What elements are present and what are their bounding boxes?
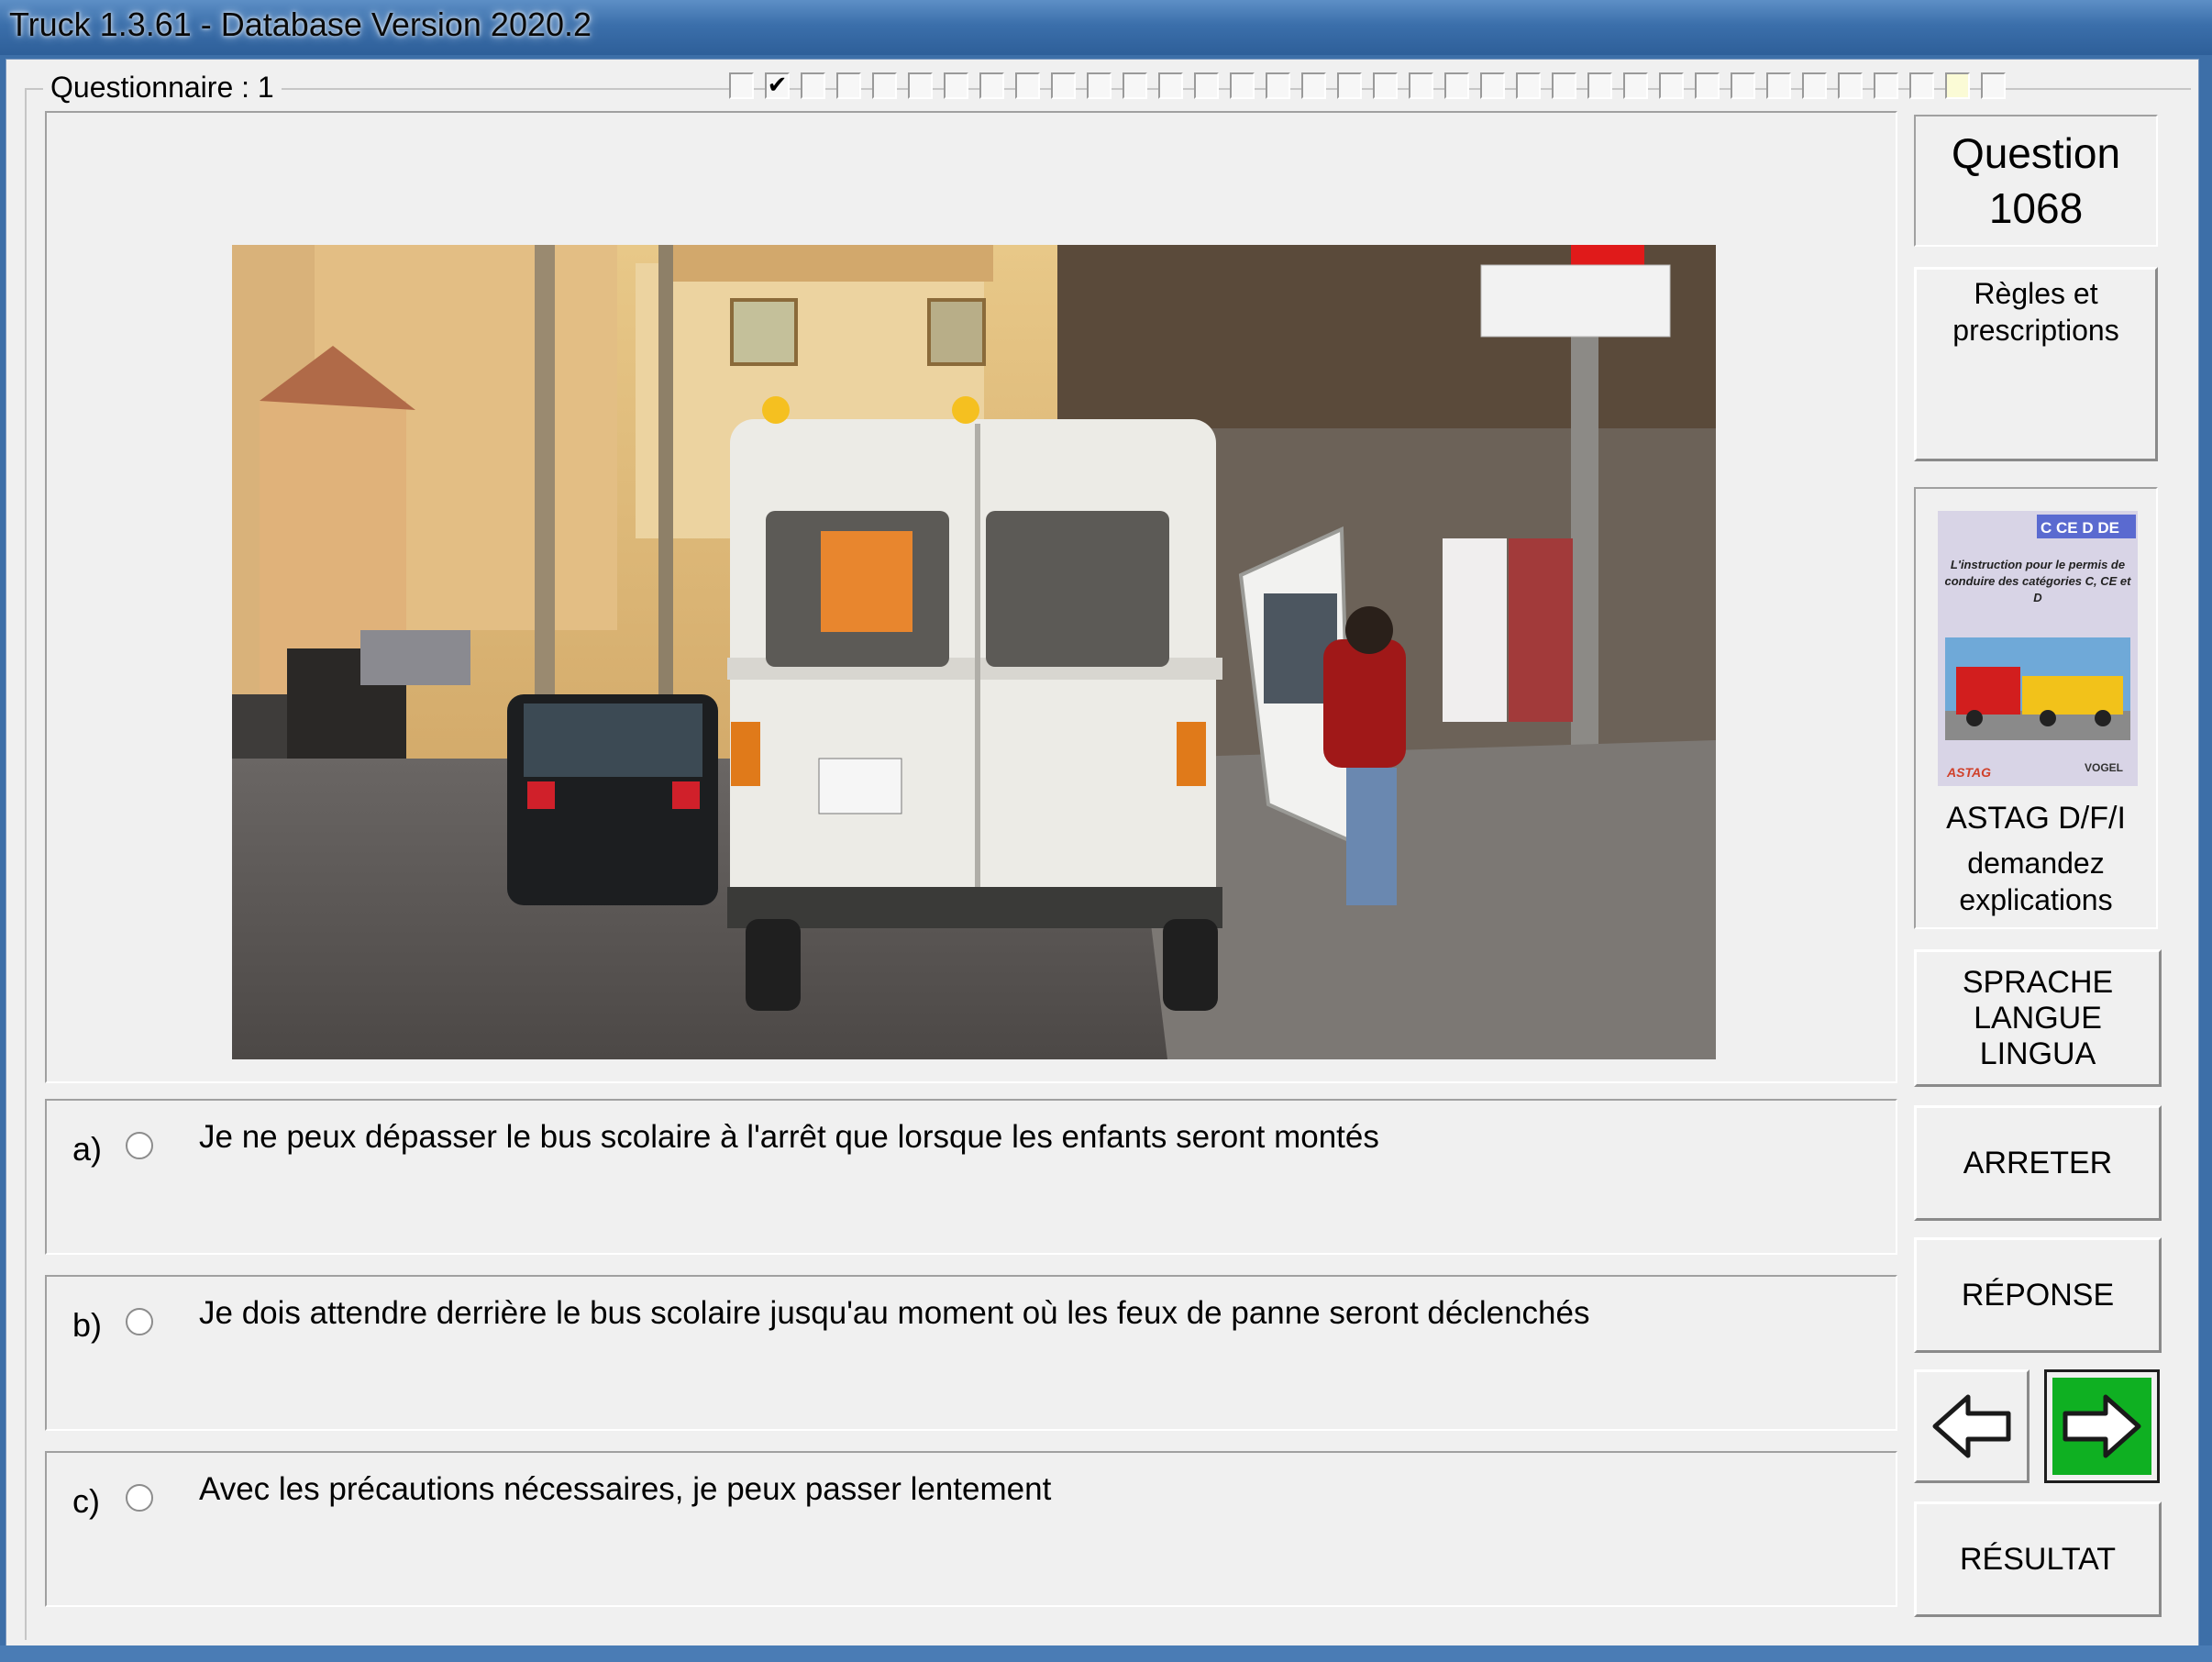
book-badge: C CE D DE [2041, 519, 2119, 537]
progress-cell[interactable] [1981, 72, 2006, 99]
progress-cell[interactable] [1087, 72, 1112, 99]
progress-cell[interactable] [1802, 72, 1827, 99]
question-photo: bus [232, 245, 1716, 1059]
answer-button[interactable]: RÉPONSE [1914, 1237, 2162, 1353]
progress-cell[interactable] [1301, 72, 1326, 99]
progress-cell[interactable] [1015, 72, 1040, 99]
answer-radio-b[interactable] [126, 1308, 153, 1335]
answer-letter: a) [72, 1130, 103, 1168]
progress-cell[interactable] [729, 72, 754, 99]
progress-cell[interactable] [1337, 72, 1362, 99]
question-word: Question [1951, 129, 2121, 177]
progress-cell[interactable] [1373, 72, 1398, 99]
arrow-left-icon [1932, 1394, 2011, 1458]
next-question-button[interactable] [2044, 1369, 2160, 1483]
answer-option-b[interactable]: b) Je dois attendre derrière le bus scol… [45, 1275, 1897, 1431]
progress-cell[interactable] [801, 72, 825, 99]
title-bar[interactable]: Truck 1.3.61 - Database Version 2020.2 [0, 0, 2212, 55]
progress-cell[interactable] [1945, 72, 1970, 99]
progress-cell[interactable] [1587, 72, 1612, 99]
stop-button[interactable]: ARRETER [1914, 1105, 2162, 1221]
question-image-panel: bus [45, 111, 1897, 1083]
answer-letter: b) [72, 1306, 103, 1344]
progress-cell[interactable] [1695, 72, 1720, 99]
book-publisher-left: ASTAG [1946, 765, 1991, 780]
answer-letter: c) [72, 1482, 100, 1520]
progress-cell[interactable] [1766, 72, 1791, 99]
progress-cell[interactable] [944, 72, 968, 99]
progress-cell[interactable] [1659, 72, 1684, 99]
progress-cell[interactable] [1480, 72, 1505, 99]
language-line2: LANGUE [1974, 1000, 2102, 1036]
progress-cell[interactable] [1874, 72, 1898, 99]
progress-cell[interactable] [1409, 72, 1433, 99]
answer-option-c[interactable]: c) Avec les précautions nécessaires, je … [45, 1451, 1897, 1607]
answer-option-a[interactable]: a) Je ne peux dépasser le bus scolaire à… [45, 1099, 1897, 1255]
progress-cell[interactable] [1909, 72, 1934, 99]
progress-cell[interactable] [908, 72, 933, 99]
language-line1: SPRACHE [1962, 964, 2114, 1000]
answer-text: Je dois attendre derrière le bus scolair… [199, 1295, 1590, 1331]
question-progress-strip: ✔ [729, 72, 2017, 99]
app-client-area: Questionnaire : 1 ✔ a) Je ne peux dépass… [6, 59, 2199, 1647]
progress-cell[interactable] [1838, 72, 1863, 99]
language-button[interactable]: SPRACHE LANGUE LINGUA [1914, 949, 2162, 1087]
progress-cell[interactable] [1194, 72, 1219, 99]
progress-cell[interactable] [1051, 72, 1076, 99]
progress-cell[interactable] [1731, 72, 1755, 99]
astag-line2: explications [1959, 883, 2113, 916]
progress-cell[interactable] [836, 72, 861, 99]
book-publisher-right: VOGEL [2085, 761, 2123, 774]
astag-info-box[interactable]: C CE D DE L'instruction pour le permis d… [1914, 487, 2158, 929]
previous-question-button[interactable] [1914, 1369, 2030, 1483]
rules-label-line1: Règles et [1974, 277, 2098, 310]
question-number-box: Question 1068 [1914, 115, 2158, 247]
answer-text: Avec les précautions nécessaires, je peu… [199, 1471, 1052, 1507]
progress-cell[interactable] [979, 72, 1004, 99]
question-number: 1068 [1988, 184, 2084, 232]
question-heading: Question 1068 [1916, 126, 2156, 236]
progress-cell[interactable] [1158, 72, 1183, 99]
progress-cell[interactable] [1230, 72, 1255, 99]
window-bottom-edge [0, 1645, 2212, 1662]
arrow-right-icon [2063, 1394, 2141, 1458]
window-title: Truck 1.3.61 - Database Version 2020.2 [9, 6, 592, 43]
progress-cell[interactable] [1444, 72, 1469, 99]
progress-cell[interactable] [1123, 72, 1147, 99]
language-label: SPRACHE LANGUE LINGUA [1963, 965, 2113, 1072]
progress-cell[interactable] [872, 72, 897, 99]
language-line3: LINGUA [1979, 1036, 2096, 1071]
rules-button[interactable]: Règles et prescriptions [1914, 267, 2158, 461]
rules-label-line2: prescriptions [1952, 314, 2119, 347]
astag-subtitle: demandez explications [1916, 845, 2156, 918]
progress-cell[interactable] [1623, 72, 1648, 99]
book-title: L'instruction pour le permis de conduire… [1944, 558, 2131, 604]
answer-radio-c[interactable] [126, 1484, 153, 1512]
astag-book-cover[interactable]: C CE D DE L'instruction pour le permis d… [1938, 511, 2138, 786]
progress-cell[interactable]: ✔ [765, 72, 790, 99]
progress-cell[interactable] [1266, 72, 1290, 99]
answer-radio-a[interactable] [126, 1132, 153, 1159]
progress-cell[interactable] [1516, 72, 1541, 99]
astag-line1: demandez [1967, 847, 2105, 880]
astag-title: ASTAG D/F/I [1946, 801, 2126, 836]
answer-text: Je ne peux dépasser le bus scolaire à l'… [199, 1119, 1379, 1155]
progress-cell[interactable] [1552, 72, 1576, 99]
questionnaire-label: Questionnaire : 1 [43, 71, 282, 105]
result-button[interactable]: RÉSULTAT [1914, 1501, 2162, 1617]
